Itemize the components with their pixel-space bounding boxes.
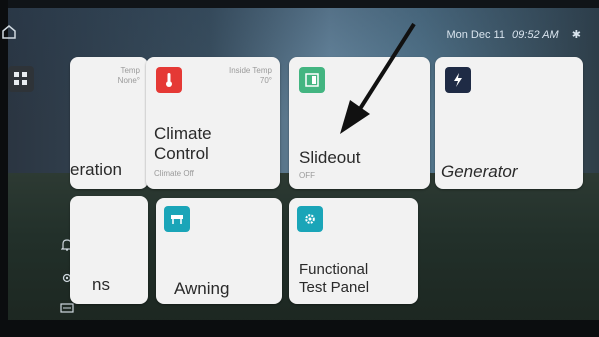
photo-frame: Mon Dec 11 09:52 AM ✱ Temp None° eration…: [0, 0, 599, 337]
annotation-arrow: [340, 22, 416, 134]
